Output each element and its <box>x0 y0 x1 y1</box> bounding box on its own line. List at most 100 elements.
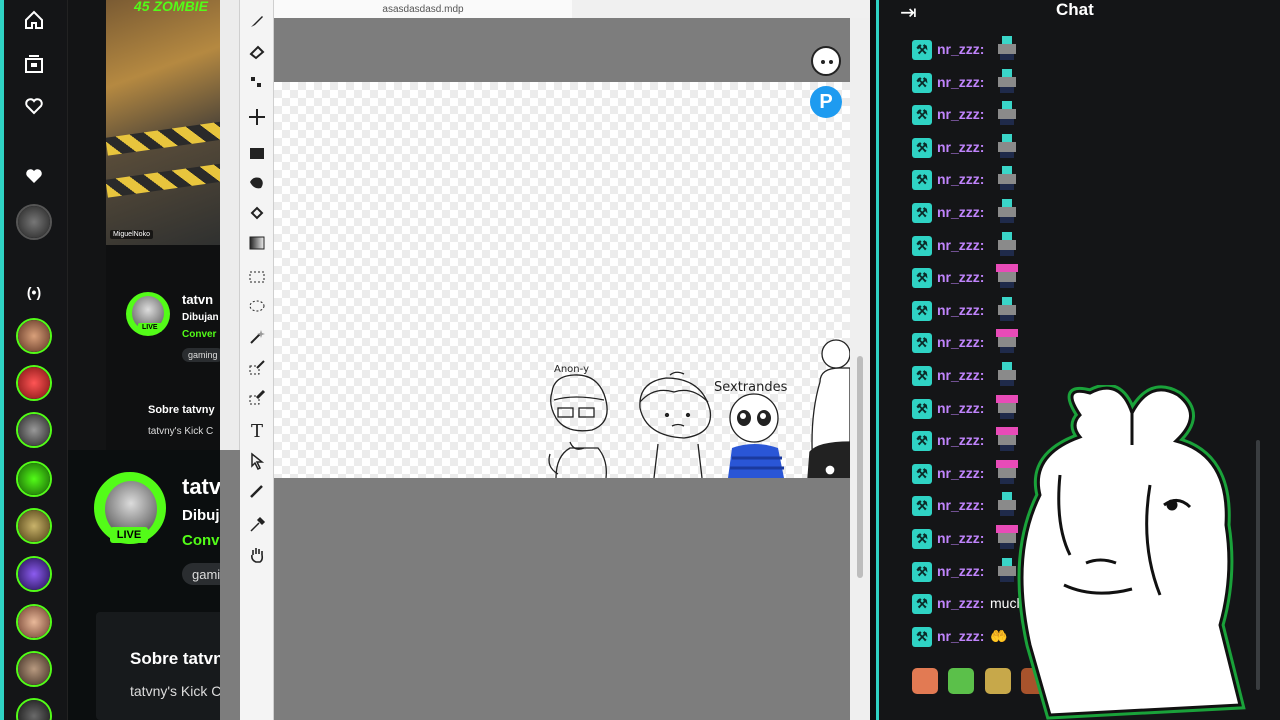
moderator-badge-icon[interactable]: ⚒ <box>912 40 932 60</box>
magic-wand-tool-icon[interactable] <box>246 326 268 348</box>
moderator-badge-icon[interactable]: ⚒ <box>912 333 932 354</box>
moderator-badge-icon[interactable]: ⚒ <box>912 431 932 452</box>
chat-emote-icon[interactable] <box>992 197 1022 227</box>
fill-rect-tool-icon[interactable] <box>246 142 268 164</box>
chat-username[interactable]: nr_zzz: <box>937 432 984 448</box>
chat-username[interactable]: nr_zzz: <box>937 367 984 383</box>
chat-title: Chat <box>1056 0 1094 19</box>
select-eraser-tool-icon[interactable] <box>246 386 268 408</box>
chat-username[interactable]: nr_zzz: <box>937 106 984 122</box>
live-channel-avatar-7[interactable] <box>16 604 52 640</box>
chat-username[interactable]: nr_zzz: <box>937 74 984 90</box>
moderator-badge-icon[interactable]: ⚒ <box>912 366 932 386</box>
operation-tool-icon[interactable] <box>246 450 268 472</box>
emote-quick-2[interactable] <box>948 668 975 694</box>
chat-message: ⚒ nr_zzz: <box>912 166 1272 192</box>
chat-emote-icon[interactable] <box>992 262 1022 292</box>
emote-quick-1[interactable] <box>912 668 938 694</box>
chat-username[interactable]: nr_zzz: <box>937 465 984 481</box>
live-channel-avatar-6[interactable] <box>16 556 52 592</box>
chat-username[interactable]: nr_zzz: <box>937 400 984 416</box>
canvas-workspace-top <box>274 18 850 82</box>
canvas-sketches <box>548 339 850 478</box>
chat-username[interactable]: nr_zzz: <box>937 41 984 57</box>
live-channel-avatar-5[interactable] <box>16 508 52 544</box>
chat-username[interactable]: nr_zzz: <box>937 204 984 220</box>
chat-collapse-icon[interactable]: ⇥ <box>900 0 917 25</box>
select-pen-tool-icon[interactable] <box>246 356 268 378</box>
live-badge: LIVE <box>110 527 148 543</box>
hand-tool-icon[interactable] <box>246 544 268 566</box>
moderator-badge-icon[interactable]: ⚒ <box>912 268 932 289</box>
live-channel-avatar-3[interactable] <box>16 412 52 448</box>
chat-username[interactable]: nr_zzz: <box>937 563 984 579</box>
eraser-tool-icon[interactable] <box>246 40 268 62</box>
moderator-badge-icon[interactable]: ⚒ <box>912 463 932 484</box>
moderator-badge-icon[interactable]: ⚒ <box>912 561 932 582</box>
live-channel-avatar-1[interactable] <box>16 318 52 354</box>
moderator-badge-icon[interactable]: ⚒ <box>912 170 932 191</box>
chat-emote-icon[interactable] <box>992 34 1022 64</box>
canvas-label-sextrandes: Sextrandes <box>714 380 788 395</box>
mini-about-text: tatvny's Kick C <box>148 426 214 437</box>
chat-username[interactable]: nr_zzz: <box>937 237 984 253</box>
chat-emote-icon[interactable] <box>992 295 1022 325</box>
eyedropper-tool-icon[interactable] <box>246 514 268 536</box>
chat-username[interactable]: nr_zzz: <box>937 530 984 546</box>
streamer-mascot-overlay <box>1017 385 1246 720</box>
pen-tool-icon[interactable] <box>246 480 268 502</box>
chat-username[interactable]: nr_zzz: <box>937 139 984 155</box>
mini-stream-video[interactable]: 45 ZOMBIE MiguelNoko <box>106 0 238 245</box>
text-tool-icon[interactable]: T <box>246 420 268 442</box>
rect-select-tool-icon[interactable] <box>246 266 268 288</box>
favorites-heart-icon[interactable] <box>20 162 48 190</box>
dot-tool-icon[interactable] <box>246 72 268 94</box>
moderator-badge-icon[interactable]: ⚒ <box>912 203 932 223</box>
mini-stream-tag[interactable]: gaming <box>182 348 224 362</box>
canvas-workspace-bottom <box>274 478 850 720</box>
pixiv-icon[interactable]: P <box>810 86 842 118</box>
moderator-badge-icon[interactable]: ⚒ <box>912 594 932 615</box>
canvas-scrollbar-thumb[interactable] <box>857 356 863 578</box>
live-channel-avatar-2[interactable] <box>16 365 52 401</box>
move-tool-icon[interactable] <box>246 106 268 128</box>
chat-username[interactable]: nr_zzz: <box>937 334 984 350</box>
moderator-badge-icon[interactable]: ⚒ <box>912 529 932 549</box>
moderator-badge-icon[interactable]: ⚒ <box>912 105 932 126</box>
moderator-badge-icon[interactable]: ⚒ <box>912 398 932 419</box>
chat-emote-icon[interactable] <box>992 99 1022 129</box>
lasso-fill-tool-icon[interactable] <box>246 172 268 194</box>
chat-username[interactable]: nr_zzz: <box>937 628 984 644</box>
chat-emote-icon[interactable] <box>992 327 1022 357</box>
moderator-badge-icon[interactable]: ⚒ <box>912 137 932 158</box>
moderator-badge-icon[interactable]: ⚒ <box>912 626 932 647</box>
chat-username[interactable]: nr_zzz: <box>937 171 984 187</box>
chat-username[interactable]: nr_zzz: <box>937 269 984 285</box>
following-heart-icon[interactable] <box>20 92 48 120</box>
followed-channel-avatar[interactable] <box>16 204 52 240</box>
chat-username[interactable]: nr_zzz: <box>937 497 984 513</box>
brush-tool-icon[interactable] <box>246 10 268 32</box>
drawing-canvas[interactable]: Anon-y Sextrandes <box>274 82 850 478</box>
moderator-badge-icon[interactable]: ⚒ <box>912 235 932 256</box>
chat-username[interactable]: nr_zzz: <box>937 302 984 318</box>
browse-icon[interactable] <box>20 50 48 78</box>
chat-emote-icon[interactable] <box>992 67 1022 97</box>
document-tab[interactable]: asasdasdasd.mdp <box>274 0 572 18</box>
moderator-badge-icon[interactable]: ⚒ <box>912 72 932 93</box>
chat-emote-icon[interactable] <box>992 164 1022 194</box>
chat-username[interactable]: nr_zzz: <box>937 595 984 611</box>
mini-stream-category[interactable]: Conver <box>182 329 216 340</box>
moderator-badge-icon[interactable]: ⚒ <box>912 496 932 517</box>
mini-channel-name[interactable]: tatvn <box>182 292 213 307</box>
lasso-select-tool-icon[interactable] <box>246 296 268 318</box>
bucket-tool-icon[interactable] <box>246 202 268 224</box>
moderator-badge-icon[interactable]: ⚒ <box>912 300 932 321</box>
chat-message: ⚒ nr_zzz: <box>912 296 1272 323</box>
live-channel-avatar-4[interactable] <box>16 461 52 497</box>
chat-emote-icon[interactable] <box>992 230 1022 260</box>
chat-emote-icon[interactable] <box>992 132 1022 162</box>
home-icon[interactable] <box>20 6 48 34</box>
gradient-tool-icon[interactable] <box>246 232 268 254</box>
live-channel-avatar-8[interactable] <box>16 651 52 687</box>
